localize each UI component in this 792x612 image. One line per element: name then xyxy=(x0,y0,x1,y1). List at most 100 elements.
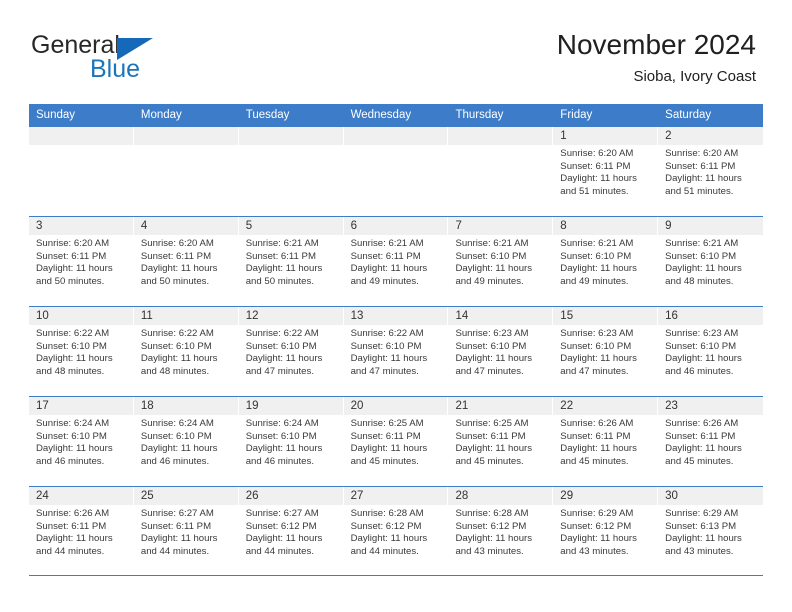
day-details: Sunrise: 6:22 AM Sunset: 6:10 PM Dayligh… xyxy=(344,325,449,378)
day-number-band: 24 xyxy=(29,487,134,505)
day-cell[interactable]: 14 Sunrise: 6:23 AM Sunset: 6:10 PM Dayl… xyxy=(448,307,554,396)
sunset-text: Sunset: 6:10 PM xyxy=(245,340,317,352)
daylight-text-line2: and 51 minutes. xyxy=(560,185,629,197)
sunrise-text: Sunrise: 6:24 AM xyxy=(140,418,214,429)
day-number: 26 xyxy=(245,490,259,502)
day-cell[interactable] xyxy=(343,127,449,216)
day-cell[interactable]: 19 Sunrise: 6:24 AM Sunset: 6:10 PM Dayl… xyxy=(238,397,344,486)
day-cell[interactable]: 11 Sunrise: 6:22 AM Sunset: 6:10 PM Dayl… xyxy=(133,307,239,396)
sunrise-text: Sunrise: 6:27 AM xyxy=(245,508,319,519)
sunset-text: Sunset: 6:11 PM xyxy=(665,160,736,172)
day-number-band: 26 xyxy=(238,487,344,505)
daylight-text-line2: and 50 minutes. xyxy=(36,275,105,287)
day-cell[interactable] xyxy=(238,127,344,216)
day-cell[interactable]: 17 Sunrise: 6:24 AM Sunset: 6:10 PM Dayl… xyxy=(29,397,134,486)
day-details: Sunrise: 6:20 AM Sunset: 6:11 PM Dayligh… xyxy=(553,145,658,198)
day-number: 3 xyxy=(36,220,43,232)
sunset-text: Sunset: 6:11 PM xyxy=(665,430,736,442)
day-cell[interactable]: 20 Sunrise: 6:25 AM Sunset: 6:11 PM Dayl… xyxy=(343,397,449,486)
day-details: Sunrise: 6:26 AM Sunset: 6:11 PM Dayligh… xyxy=(658,415,763,468)
day-cell[interactable]: 26 Sunrise: 6:27 AM Sunset: 6:12 PM Dayl… xyxy=(238,487,344,575)
day-cell[interactable]: 10 Sunrise: 6:22 AM Sunset: 6:10 PM Dayl… xyxy=(29,307,134,396)
day-cell[interactable]: 3 Sunrise: 6:20 AM Sunset: 6:11 PM Dayli… xyxy=(29,217,134,306)
day-number: 7 xyxy=(455,220,462,232)
sunset-text: Sunset: 6:10 PM xyxy=(245,430,317,442)
sunset-text: Sunset: 6:10 PM xyxy=(560,340,632,352)
sunset-text: Sunset: 6:10 PM xyxy=(140,430,212,442)
day-number: 8 xyxy=(560,220,567,232)
day-cell[interactable]: 15 Sunrise: 6:23 AM Sunset: 6:10 PM Dayl… xyxy=(553,307,659,396)
day-number: 10 xyxy=(36,310,49,322)
daylight-text-line1: Daylight: 11 hours xyxy=(140,353,218,365)
daylight-text-line2: and 46 minutes. xyxy=(245,455,314,467)
day-cell[interactable]: 2 Sunrise: 6:20 AM Sunset: 6:11 PM Dayli… xyxy=(658,127,764,216)
daylight-text-line1: Daylight: 11 hours xyxy=(350,533,428,545)
daylight-text-line1: Daylight: 11 hours xyxy=(350,353,428,365)
daylight-text-line2: and 44 minutes. xyxy=(245,545,314,557)
day-number-band xyxy=(29,127,134,145)
day-number-band xyxy=(448,127,554,145)
day-number: 23 xyxy=(665,400,678,412)
daylight-text-line1: Daylight: 11 hours xyxy=(560,443,637,455)
day-cell[interactable]: 18 Sunrise: 6:24 AM Sunset: 6:10 PM Dayl… xyxy=(133,397,239,486)
sunset-text: Sunset: 6:11 PM xyxy=(36,520,107,532)
day-cell[interactable]: 8 Sunrise: 6:21 AM Sunset: 6:10 PM Dayli… xyxy=(553,217,659,306)
daylight-text-line1: Daylight: 11 hours xyxy=(36,263,113,275)
sunrise-text: Sunrise: 6:21 AM xyxy=(455,238,529,249)
day-cell[interactable]: 28 Sunrise: 6:28 AM Sunset: 6:12 PM Dayl… xyxy=(448,487,554,575)
daylight-text-line1: Daylight: 11 hours xyxy=(36,443,113,455)
day-cell[interactable]: 25 Sunrise: 6:27 AM Sunset: 6:11 PM Dayl… xyxy=(133,487,239,575)
day-number-band: 29 xyxy=(553,487,659,505)
sunset-text: Sunset: 6:12 PM xyxy=(560,520,632,532)
day-cell[interactable]: 9 Sunrise: 6:21 AM Sunset: 6:10 PM Dayli… xyxy=(658,217,764,306)
day-details: Sunrise: 6:23 AM Sunset: 6:10 PM Dayligh… xyxy=(448,325,553,378)
day-cell[interactable]: 12 Sunrise: 6:22 AM Sunset: 6:10 PM Dayl… xyxy=(238,307,344,396)
day-number: 4 xyxy=(140,220,148,232)
day-cell[interactable]: 23 Sunrise: 6:26 AM Sunset: 6:11 PM Dayl… xyxy=(658,397,764,486)
sunset-text: Sunset: 6:12 PM xyxy=(455,520,527,532)
sunrise-text: Sunrise: 6:26 AM xyxy=(36,508,110,519)
sunrise-text: Sunrise: 6:22 AM xyxy=(350,328,424,339)
daylight-text-line2: and 45 minutes. xyxy=(455,455,524,467)
day-number-band: 5 xyxy=(238,217,344,235)
daylight-text-line2: and 45 minutes. xyxy=(560,455,629,467)
day-cell[interactable]: 13 Sunrise: 6:22 AM Sunset: 6:10 PM Dayl… xyxy=(343,307,449,396)
day-cell[interactable]: 6 Sunrise: 6:21 AM Sunset: 6:11 PM Dayli… xyxy=(343,217,449,306)
day-number-band xyxy=(133,127,239,145)
day-cell[interactable]: 21 Sunrise: 6:25 AM Sunset: 6:11 PM Dayl… xyxy=(448,397,554,486)
day-number: 15 xyxy=(560,310,574,322)
daylight-text-line2: and 48 minutes. xyxy=(140,365,210,377)
day-cell[interactable]: 27 Sunrise: 6:28 AM Sunset: 6:12 PM Dayl… xyxy=(343,487,449,575)
day-cell[interactable]: 5 Sunrise: 6:21 AM Sunset: 6:11 PM Dayli… xyxy=(238,217,344,306)
sunrise-text: Sunrise: 6:21 AM xyxy=(350,238,424,249)
daylight-text-line1: Daylight: 11 hours xyxy=(665,353,742,365)
daylight-text-line1: Daylight: 11 hours xyxy=(665,173,742,185)
day-details: Sunrise: 6:21 AM Sunset: 6:11 PM Dayligh… xyxy=(239,235,344,288)
day-cell[interactable] xyxy=(448,127,554,216)
day-cell[interactable]: 22 Sunrise: 6:26 AM Sunset: 6:11 PM Dayl… xyxy=(553,397,659,486)
page-header: General Blue November 2024 Sioba, Ivory … xyxy=(0,0,792,96)
day-cell[interactable]: 29 Sunrise: 6:29 AM Sunset: 6:12 PM Dayl… xyxy=(553,487,659,575)
daylight-text-line2: and 44 minutes. xyxy=(36,545,105,557)
day-cell[interactable]: 24 Sunrise: 6:26 AM Sunset: 6:11 PM Dayl… xyxy=(29,487,134,575)
daylight-text-line2: and 44 minutes. xyxy=(140,545,210,557)
daylight-text-line1: Daylight: 11 hours xyxy=(140,443,218,455)
daylight-text-line1: Daylight: 11 hours xyxy=(245,533,323,545)
weekday-header-sunday: Sunday xyxy=(36,109,76,121)
day-cell[interactable] xyxy=(29,127,134,216)
day-cell[interactable]: 16 Sunrise: 6:23 AM Sunset: 6:10 PM Dayl… xyxy=(658,307,764,396)
day-cell[interactable]: 7 Sunrise: 6:21 AM Sunset: 6:10 PM Dayli… xyxy=(448,217,554,306)
general-blue-logo[interactable]: General Blue xyxy=(31,32,241,84)
daylight-text-line1: Daylight: 11 hours xyxy=(665,443,742,455)
day-number: 14 xyxy=(455,310,469,322)
daylight-text-line2: and 51 minutes. xyxy=(665,185,734,197)
day-number: 22 xyxy=(560,400,574,412)
sunset-text: Sunset: 6:11 PM xyxy=(560,160,631,172)
day-details: Sunrise: 6:28 AM Sunset: 6:12 PM Dayligh… xyxy=(448,505,553,558)
daylight-text-line1: Daylight: 11 hours xyxy=(560,173,637,185)
day-cell[interactable]: 4 Sunrise: 6:20 AM Sunset: 6:11 PM Dayli… xyxy=(133,217,239,306)
daylight-text-line2: and 47 minutes. xyxy=(245,365,314,377)
day-cell[interactable]: 1 Sunrise: 6:20 AM Sunset: 6:11 PM Dayli… xyxy=(553,127,659,216)
day-cell[interactable] xyxy=(133,127,239,216)
day-cell[interactable]: 30 Sunrise: 6:29 AM Sunset: 6:13 PM Dayl… xyxy=(658,487,764,575)
